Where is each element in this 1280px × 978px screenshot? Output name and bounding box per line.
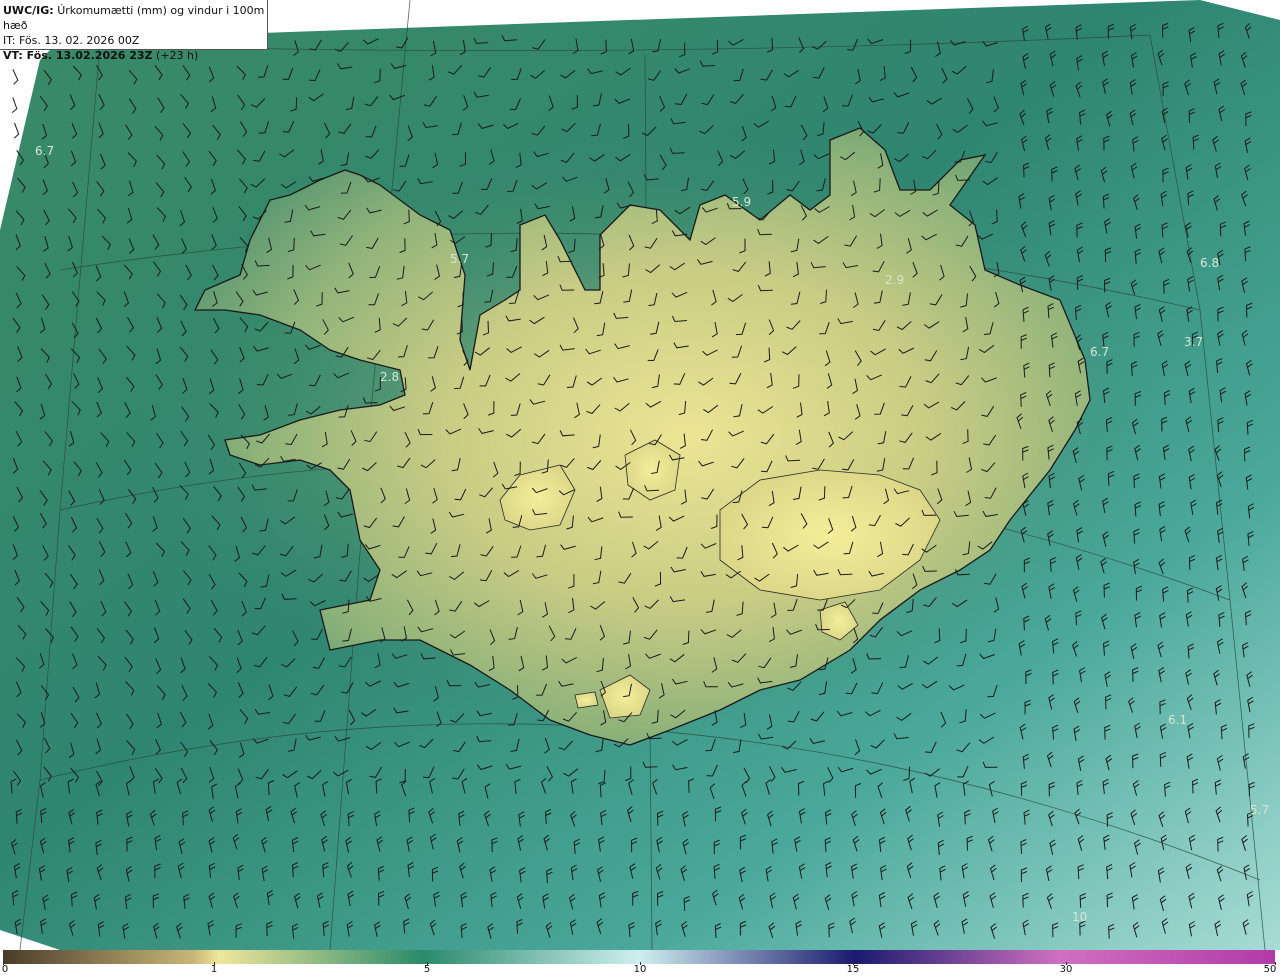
colorbar-tick: 1 [210, 964, 218, 975]
colorbar-strip [3, 950, 1275, 964]
colorbar: 0 1 5 10 15 30 50 [0, 950, 1280, 978]
colorbar-tick: 15 [846, 964, 860, 975]
valid-time-line: VT: Fös. 13.02.2026 23Z (+23 h) [3, 48, 267, 63]
map-label: 5.9 [732, 195, 751, 209]
map-label: 2.8 [380, 370, 399, 384]
map-label: 10 [1072, 910, 1087, 924]
init-time: IT: Fös. 13. 02. 2026 00Z [3, 34, 140, 47]
valid-time: VT: Fös. 13.02.2026 23Z [3, 49, 153, 62]
map-label: 5.7 [1250, 803, 1269, 817]
map-canvas[interactable]: 6.7 5.9 5.7 2.9 6.8 6.7 3.7 2.8 6.1 5.7 … [0, 0, 1280, 951]
colorbar-tick: 50 [1263, 964, 1277, 975]
map-label: 2.9 [885, 273, 904, 287]
map-svg: 6.7 5.9 5.7 2.9 6.8 6.7 3.7 2.8 6.1 5.7 … [0, 0, 1280, 951]
map-label: 6.7 [1090, 345, 1109, 359]
map-label: 6.8 [1200, 256, 1219, 270]
map-label: 6.7 [35, 144, 54, 158]
lead-time: (+23 h) [156, 49, 199, 62]
model-name: UWC/IG: [3, 4, 54, 17]
map-label: 5.7 [450, 252, 469, 266]
eyjafjallajokull [574, 691, 599, 709]
colorbar-tick: 0 [1, 964, 9, 975]
map-label: 3.7 [1184, 335, 1203, 349]
colorbar-tick: 10 [633, 964, 647, 975]
map-info-box: UWC/IG: Úrkomumætti (mm) og vindur i 100… [0, 0, 268, 62]
colorbar-tick: 30 [1059, 964, 1073, 975]
map-label: 6.1 [1168, 713, 1187, 727]
title-line: UWC/IG: Úrkomumætti (mm) og vindur i 100… [3, 3, 267, 33]
colorbar-tick: 5 [423, 964, 431, 975]
